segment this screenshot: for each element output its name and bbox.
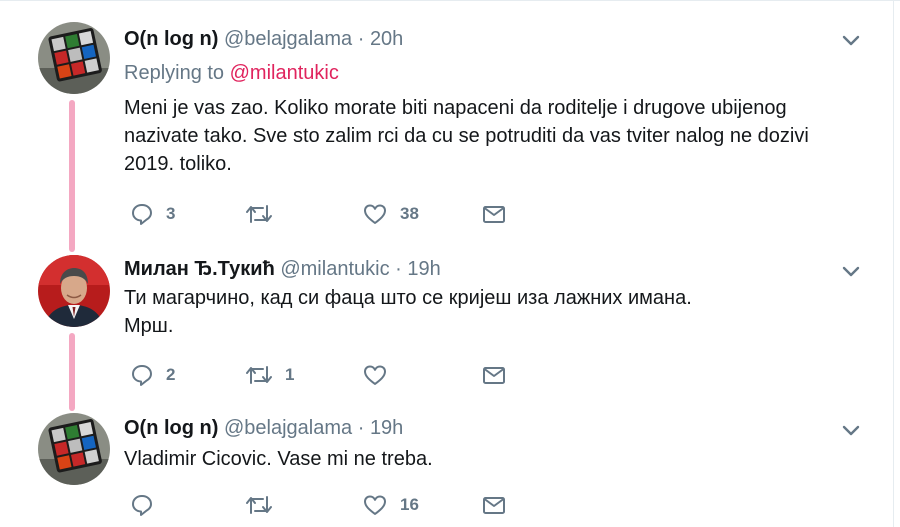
- reply-icon: [130, 493, 154, 517]
- display-name[interactable]: Милан Ђ.Тукић: [124, 258, 275, 280]
- timestamp[interactable]: 19h: [370, 417, 403, 439]
- heart-icon: [362, 493, 388, 517]
- retweet-button[interactable]: [245, 199, 285, 229]
- reply-count: 2: [166, 365, 176, 384]
- envelope-icon: [482, 202, 506, 226]
- display-name[interactable]: O(n log n): [124, 417, 218, 439]
- user-handle[interactable]: @belajgalama: [224, 28, 352, 50]
- timestamp[interactable]: 20h: [370, 28, 403, 50]
- display-name[interactable]: O(n log n): [124, 28, 218, 50]
- reply-button[interactable]: 2: [130, 360, 175, 390]
- user-handle[interactable]: @belajgalama: [224, 417, 352, 439]
- reply-icon: [130, 363, 154, 387]
- retweet-icon: [245, 363, 273, 387]
- rubiks-cube-avatar[interactable]: [38, 22, 110, 94]
- tweet-text: Vladimir Cicovic. Vase mi ne treba.: [124, 448, 433, 470]
- user-handle[interactable]: @milantukic: [280, 258, 389, 280]
- replying-to-label: Replying to: [124, 62, 225, 84]
- separator-dot: ·: [395, 258, 402, 280]
- chevron-down-icon[interactable]: [838, 27, 864, 53]
- direct-message-button[interactable]: [482, 490, 506, 520]
- tweet[interactable]: O(n log n) @belajgalama · 19h Vladimir C…: [0, 408, 890, 527]
- chevron-down-icon[interactable]: [838, 258, 864, 284]
- reply-icon: [130, 202, 154, 226]
- retweet-count: 1: [285, 365, 295, 384]
- envelope-icon: [482, 363, 506, 387]
- tweet-header: O(n log n) @belajgalama · 19h: [124, 416, 403, 440]
- retweet-icon: [245, 493, 273, 517]
- like-button[interactable]: 38: [362, 199, 419, 229]
- heart-icon: [362, 363, 388, 387]
- heart-icon: [362, 202, 388, 226]
- tweet[interactable]: O(n log n) @belajgalama · 20h Replying t…: [0, 0, 890, 250]
- tweet-text: Meni je vas zao. Koliko morate biti napa…: [124, 97, 809, 175]
- rubiks-cube-avatar[interactable]: [38, 413, 110, 485]
- like-button[interactable]: [362, 360, 400, 390]
- direct-message-button[interactable]: [482, 199, 506, 229]
- envelope-icon: [482, 493, 506, 517]
- tweet-actions: 2 1: [124, 360, 624, 390]
- tweet-actions: 16: [124, 490, 624, 520]
- tweet-header: Милан Ђ.Тукић @milantukic · 19h: [124, 257, 441, 281]
- tweet-actions: 3 38: [124, 199, 624, 229]
- separator-dot: ·: [357, 28, 365, 50]
- reply-count: 3: [166, 204, 176, 223]
- timestamp[interactable]: 19h: [407, 258, 440, 280]
- like-button[interactable]: 16: [362, 490, 419, 520]
- man-portrait-avatar[interactable]: [38, 255, 110, 327]
- replying-to-handle[interactable]: @milantukic: [230, 62, 339, 84]
- chevron-down-icon[interactable]: [838, 417, 864, 443]
- retweet-icon: [245, 202, 273, 226]
- timeline-right-border: [893, 0, 894, 527]
- retweet-button[interactable]: [245, 490, 285, 520]
- replying-to: Replying to @milantukic: [124, 61, 339, 85]
- like-count: 16: [400, 495, 419, 514]
- reply-button[interactable]: [130, 490, 166, 520]
- reply-button[interactable]: 3: [130, 199, 175, 229]
- tweet-header: O(n log n) @belajgalama · 20h: [124, 27, 403, 51]
- like-count: 38: [400, 204, 419, 223]
- direct-message-button[interactable]: [482, 360, 506, 390]
- tweet-text: Ти магарчино, кад си фаца што се кријеш …: [124, 287, 692, 337]
- tweet[interactable]: Милан Ђ.Тукић @milantukic · 19h Ти магар…: [0, 250, 890, 408]
- retweet-button[interactable]: 1: [245, 360, 294, 390]
- separator-dot: ·: [357, 417, 365, 439]
